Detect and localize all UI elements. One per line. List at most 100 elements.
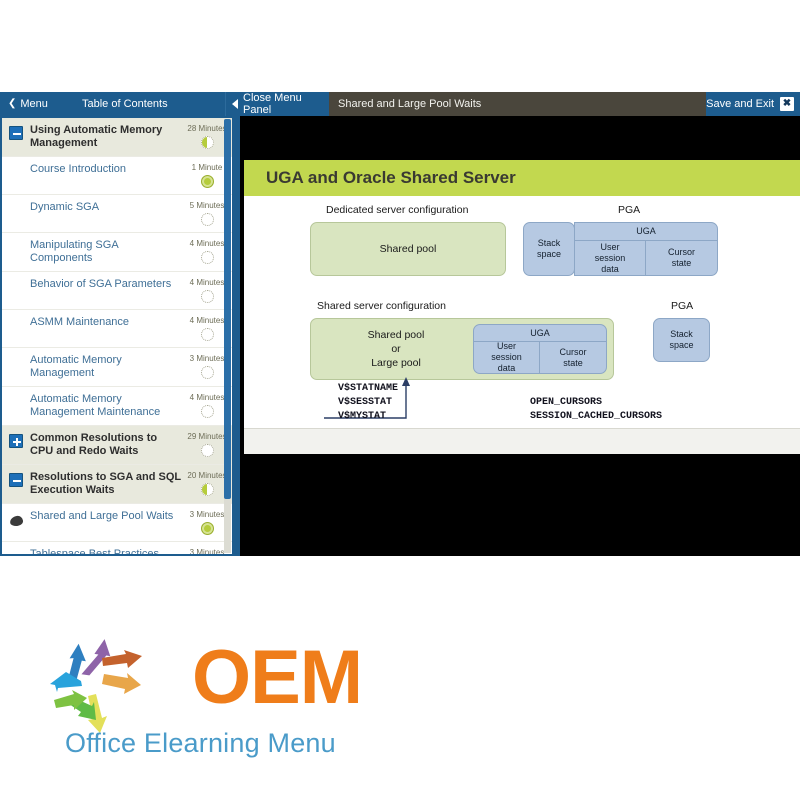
close-icon[interactable]: ✖ xyxy=(780,97,794,111)
toc-item-6[interactable]: Automatic Memory Management 3 Minutes xyxy=(2,348,232,387)
save-and-exit-label: Save and Exit xyxy=(706,98,774,110)
minus-box-icon xyxy=(2,124,30,140)
toc-item-status-none xyxy=(200,444,214,457)
toc-item-label: Tablespace Best Practices xyxy=(30,548,160,554)
cursor-state-box-bottom: Cursor state xyxy=(539,341,607,374)
toc-item-spacer xyxy=(2,201,30,203)
user-session-data-line2: session xyxy=(594,252,626,263)
uga-header-box-bottom: UGA xyxy=(473,324,607,342)
save-and-exit-group[interactable]: Save and Exit ✖ xyxy=(706,92,800,116)
toc-item-status-none xyxy=(200,251,214,264)
pga-label-top: PGA xyxy=(618,204,641,216)
pga-stack-space-box-bottom: Stack space xyxy=(653,318,710,362)
stack-space-line1: Stack xyxy=(537,238,561,248)
uga-header-box-top: UGA xyxy=(574,222,718,241)
toc-item-spacer xyxy=(2,163,30,165)
toc-item-9[interactable]: Resolutions to SGA and SQL Execution Wai… xyxy=(2,465,232,504)
toc-item-duration: 20 Minutes xyxy=(187,471,227,480)
uga-label-bottom: UGA xyxy=(530,327,550,338)
pinwheel-arrows-icon xyxy=(50,639,142,733)
toc-item-status-done xyxy=(200,175,214,188)
vstat-views-code: V$STATNAME V$SESSTAT V$MYSTAT xyxy=(338,383,399,422)
minus-box-icon xyxy=(2,471,30,487)
cursor-state-line1: Cursor xyxy=(667,247,695,257)
toc-item-spacer xyxy=(2,354,30,356)
toc-item-spacer xyxy=(2,393,30,395)
toc-item-label: Course Introduction xyxy=(30,163,126,175)
toc-item-label: Common Resolutions to CPU and Redo Waits xyxy=(30,432,158,457)
table-of-contents-list[interactable]: Using Automatic Memory Management 28 Minu… xyxy=(2,118,232,554)
toc-item-7[interactable]: Automatic Memory Management Maintenance 4… xyxy=(2,387,232,426)
collapse-toggle[interactable] xyxy=(9,126,23,140)
toc-item-1[interactable]: Course Introduction 1 Minute xyxy=(2,157,232,195)
toc-item-status-partial xyxy=(200,136,214,149)
collapse-toggle[interactable] xyxy=(9,473,23,487)
toc-item-spacer xyxy=(2,316,30,318)
toc-scrollbar-track[interactable] xyxy=(224,119,231,553)
slide-stage: UGA and Oracle Shared Server Dedicated s… xyxy=(240,116,800,556)
toc-item-status-done xyxy=(200,522,214,535)
toc-item-10[interactable]: Shared and Large Pool Waits 3 Minutes xyxy=(2,504,232,542)
user-session-data-b-line3: data xyxy=(497,363,516,373)
uga-label-top: UGA xyxy=(636,226,656,236)
toc-item-label: Shared and Large Pool Waits xyxy=(30,510,174,522)
current-marker-icon xyxy=(2,510,30,527)
toc-item-duration: 3 Minutes xyxy=(189,354,225,363)
shared-pool-line3: Large pool xyxy=(371,357,421,369)
current-lesson-title-bar: Shared and Large Pool Waits xyxy=(329,92,706,116)
table-of-contents-label: Table of Contents xyxy=(82,98,168,110)
toc-item-status-none xyxy=(200,366,214,379)
shared-server-caption: Shared server configuration xyxy=(317,300,446,312)
toc-item-duration: 4 Minutes xyxy=(189,316,225,325)
slide: UGA and Oracle Shared Server Dedicated s… xyxy=(244,160,800,454)
chevron-left-icon: ❮ xyxy=(8,98,17,109)
slide-body: Dedicated server configuration Shared po… xyxy=(244,196,800,454)
toc-item-11[interactable]: Tablespace Best Practices 3 Minutes xyxy=(2,542,232,554)
toc-item-spacer xyxy=(2,239,30,241)
stack-space-line2: space xyxy=(536,249,562,259)
triangle-left-icon xyxy=(232,99,238,109)
cursor-state-b-line1: Cursor xyxy=(559,346,587,357)
cursor-state-line2: state xyxy=(671,258,692,268)
pga-label-bottom: PGA xyxy=(671,300,694,312)
shared-pool-line2: or xyxy=(391,343,401,355)
stack-space-b-line1: Stack xyxy=(670,329,693,339)
cursor-state-b-line2: state xyxy=(563,357,583,368)
close-menu-panel-label: Close Menu Panel xyxy=(243,92,302,116)
menu-button[interactable]: ❮ Menu xyxy=(0,92,60,116)
expand-toggle[interactable] xyxy=(9,434,23,448)
dedicated-server-caption: Dedicated server configuration xyxy=(326,204,469,216)
toc-item-3[interactable]: Manipulating SGA Components 4 Minutes xyxy=(2,233,232,272)
oem-wordmark: OEM xyxy=(192,635,363,720)
toc-item-spacer xyxy=(2,278,30,280)
user-session-data-b-line2: session xyxy=(491,352,522,362)
toc-item-duration: 3 Minutes xyxy=(189,510,225,519)
dedicated-shared-pool-label: Shared pool xyxy=(379,243,437,255)
toc-item-0[interactable]: Using Automatic Memory Management 28 Minu… xyxy=(2,118,232,157)
toc-item-4[interactable]: Behavior of SGA Parameters 4 Minutes xyxy=(2,272,232,310)
shared-pool-line1: Shared pool xyxy=(367,329,425,341)
toc-item-status-none xyxy=(200,328,214,341)
table-of-contents-tab[interactable]: Table of Contents xyxy=(60,92,225,116)
toc-item-duration: 1 Minute xyxy=(191,163,223,172)
toc-item-duration: 5 Minutes xyxy=(189,201,225,210)
pga-stack-space-box-top: Stack space xyxy=(523,222,575,276)
oem-tagline: Office Elearning Menu xyxy=(65,728,336,758)
toc-item-label: Dynamic SGA xyxy=(30,201,100,213)
toc-item-label: Manipulating SGA Components xyxy=(30,239,119,264)
toc-item-label: Behavior of SGA Parameters xyxy=(30,278,172,290)
plus-box-icon xyxy=(2,432,30,448)
user-session-data-box-top: User session data xyxy=(574,240,646,276)
slide-footer xyxy=(244,428,800,454)
close-menu-panel-button[interactable]: Close Menu Panel xyxy=(225,92,329,116)
toc-item-2[interactable]: Dynamic SGA 5 Minutes xyxy=(2,195,232,233)
slide-title: UGA and Oracle Shared Server xyxy=(266,168,516,187)
toc-scrollbar-thumb[interactable] xyxy=(224,119,231,499)
user-session-data-line1: User xyxy=(600,241,620,252)
current-lesson-title: Shared and Large Pool Waits xyxy=(338,98,482,110)
toc-item-5[interactable]: ASMM Maintenance 4 Minutes xyxy=(2,310,232,348)
toc-item-status-none xyxy=(200,290,214,303)
toc-item-8[interactable]: Common Resolutions to CPU and Redo Waits… xyxy=(2,426,232,465)
user-session-data-b-line1: User xyxy=(496,341,516,351)
table-of-contents-panel: Using Automatic Memory Management 28 Minu… xyxy=(0,116,240,556)
